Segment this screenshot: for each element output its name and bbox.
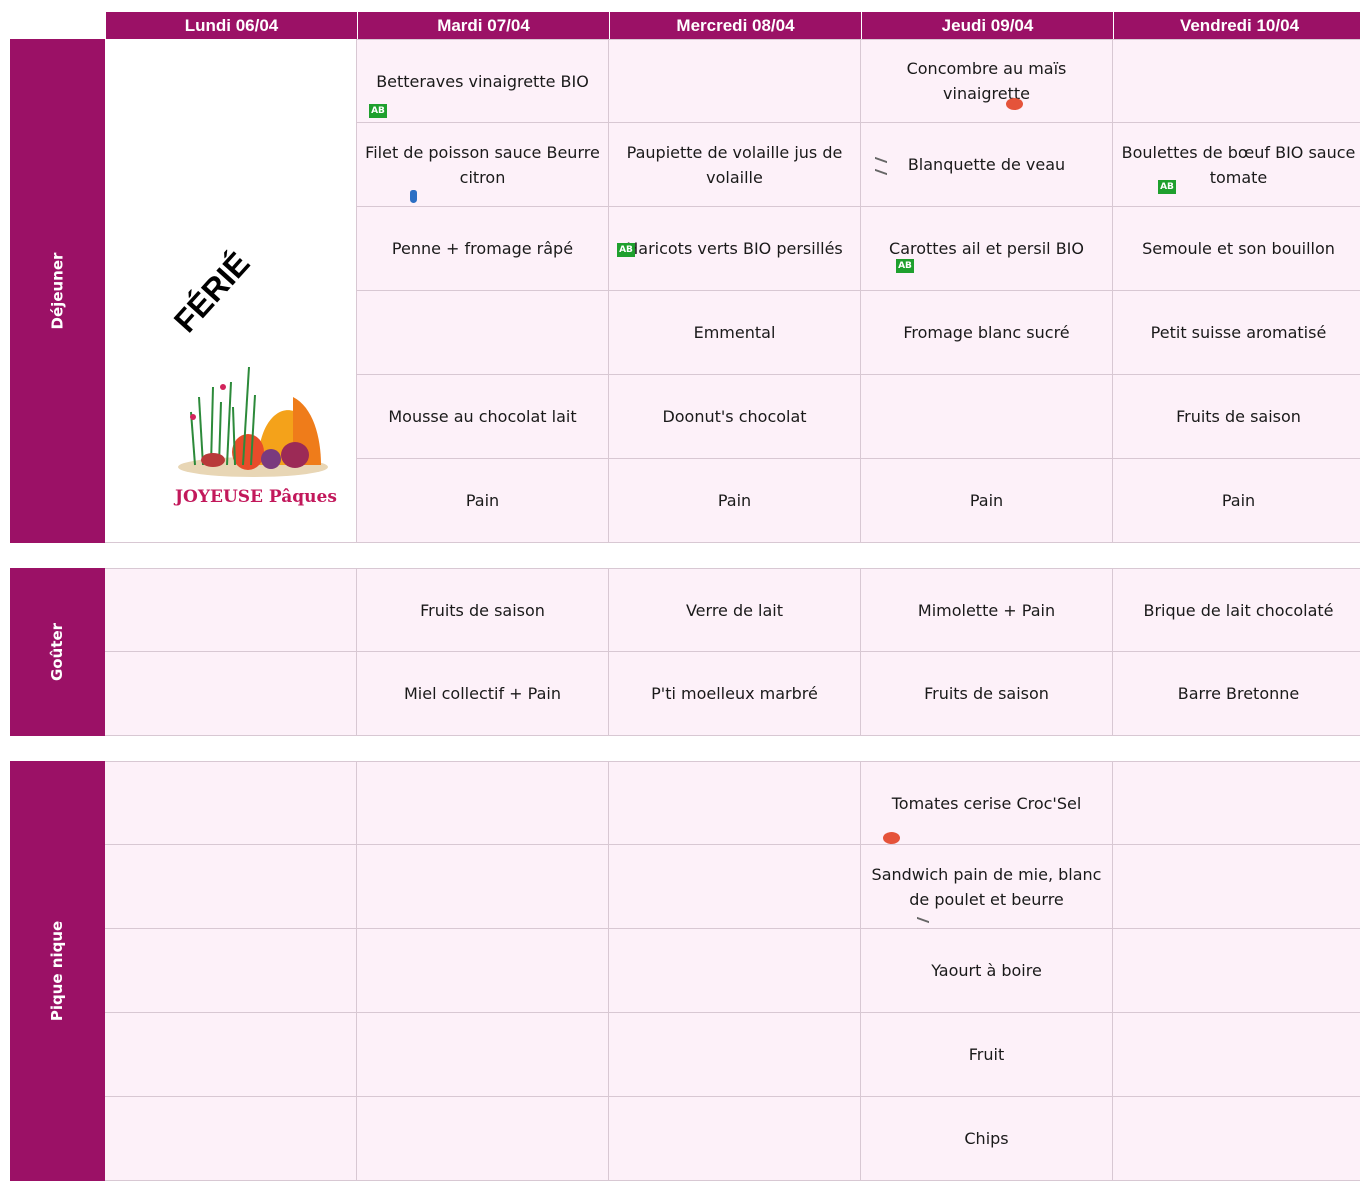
- lunch-cell: Pain: [357, 459, 609, 543]
- fish-label-icon: [875, 156, 887, 176]
- lunch-cell: [861, 375, 1113, 459]
- lunch-cell: Doonut's chocolat: [609, 375, 861, 459]
- lunch-cell: [609, 39, 861, 123]
- lunch-section: Déjeuner FÉRIÉ JOYEUSE Pâques Betteraves…: [10, 39, 1360, 543]
- lunch-cell: Semoule et son bouillon: [1113, 207, 1360, 291]
- water-drop-icon: [410, 190, 417, 203]
- ab-organic-icon: AB: [369, 104, 387, 118]
- ab-organic-icon: AB: [896, 259, 914, 273]
- picnic-cell: [105, 929, 357, 1013]
- snack-cell: Fruits de saison: [861, 652, 1113, 736]
- snack-cell: P'ti moelleux marbré: [609, 652, 861, 736]
- snack-cell: Fruits de saison: [357, 568, 609, 652]
- snack-cell: [105, 568, 357, 652]
- day-header-tuesday: Mardi 07/04: [357, 12, 609, 39]
- lunch-cell: [1113, 39, 1360, 123]
- lunch-cell: Carottes ail et persil BIO AB: [861, 207, 1113, 291]
- picnic-cell: Chips: [861, 1097, 1113, 1181]
- picnic-cell: [357, 1013, 609, 1097]
- lunch-cell: Fromage blanc sucré: [861, 291, 1113, 375]
- picnic-cell: [609, 1013, 861, 1097]
- lunch-cell: Filet de poisson sauce Beurre citron: [357, 123, 609, 207]
- day-header-row: Lundi 06/04 Mardi 07/04 Mercredi 08/04 J…: [105, 12, 1360, 39]
- lunch-cell: Boulettes de bœuf BIO sauce tomate AB: [1113, 123, 1360, 207]
- picnic-cell: [357, 929, 609, 1013]
- picnic-cell: [1113, 1013, 1360, 1097]
- snack-cell: Barre Bretonne: [1113, 652, 1360, 736]
- lunch-label: Déjeuner: [10, 39, 105, 543]
- picnic-cell: [105, 1013, 357, 1097]
- ab-organic-icon: AB: [1158, 180, 1176, 194]
- lunch-cell: Pain: [861, 459, 1113, 543]
- picnic-cell: Tomates cerise Croc'Sel: [861, 761, 1113, 845]
- snack-cell: Verre de lait: [609, 568, 861, 652]
- day-header-thursday: Jeudi 09/04: [861, 12, 1113, 39]
- snack-label: Goûter: [10, 568, 105, 736]
- lunch-cell: Pain: [609, 459, 861, 543]
- tomato-icon: [1006, 98, 1023, 110]
- ab-organic-icon: AB: [617, 243, 635, 257]
- picnic-cell: [1113, 929, 1360, 1013]
- lunch-cell: [357, 291, 609, 375]
- lunch-cell: Blanquette de veau: [861, 123, 1113, 207]
- picnic-cell: [105, 761, 357, 845]
- picnic-cell: [357, 1097, 609, 1181]
- picnic-cell: [1113, 1097, 1360, 1181]
- picnic-cell: Sandwich pain de mie, blanc de poulet et…: [861, 845, 1113, 936]
- picnic-cell: Fruit: [861, 1013, 1113, 1097]
- lunch-cell: Mousse au chocolat lait: [357, 375, 609, 459]
- easter-illustration: JOYEUSE Pâques: [173, 366, 337, 507]
- lunch-cell: Paupiette de volaille jus de volaille: [609, 123, 861, 207]
- holiday-stamp: FÉRIÉ: [166, 245, 257, 340]
- lunch-cell: Concombre au maïs vinaigrette: [861, 39, 1113, 123]
- easter-text: JOYEUSE Pâques: [173, 487, 337, 507]
- snack-cell: Mimolette + Pain: [861, 568, 1113, 652]
- picnic-cell: [609, 761, 861, 845]
- picnic-cell: [105, 1097, 357, 1181]
- day-header-wednesday: Mercredi 08/04: [609, 12, 861, 39]
- picnic-cell: [105, 845, 357, 929]
- picnic-cell: [357, 845, 609, 929]
- picnic-cell: [1113, 845, 1360, 929]
- day-header-friday: Vendredi 10/04: [1113, 12, 1360, 39]
- lunch-cell: Petit suisse aromatisé: [1113, 291, 1360, 375]
- lunch-cell: Emmental: [609, 291, 861, 375]
- tomato-icon: [883, 832, 900, 844]
- snack-cell: [105, 652, 357, 736]
- picnic-section: Pique nique Tomates cerise Croc'Sel Sand…: [10, 761, 1360, 1181]
- snack-cell: Miel collectif + Pain: [357, 652, 609, 736]
- lunch-cell: Penne + fromage râpé: [357, 207, 609, 291]
- day-header-monday: Lundi 06/04: [105, 12, 357, 39]
- picnic-cell: [357, 761, 609, 845]
- lunch-cell: AB Haricots verts BIO persillés: [609, 207, 861, 291]
- monday-holiday-cell: FÉRIÉ JOYEUSE Pâques: [105, 39, 357, 543]
- snack-cell: Brique de lait chocolaté: [1113, 568, 1360, 652]
- picnic-cell: [1113, 761, 1360, 845]
- picnic-cell: [609, 929, 861, 1013]
- picnic-cell: [609, 845, 861, 929]
- picnic-label: Pique nique: [10, 761, 105, 1181]
- lunch-cell: Pain: [1113, 459, 1360, 543]
- lunch-cell: Fruits de saison: [1113, 375, 1360, 459]
- picnic-cell: Yaourt à boire: [861, 929, 1113, 1013]
- svg-text:JOYEUSE Pâques: JOYEUSE Pâques: [173, 487, 337, 507]
- snack-section: Goûter Fruits de saison Verre de lait Mi…: [10, 568, 1360, 736]
- lunch-cell: Betteraves vinaigrette BIO AB: [357, 39, 609, 123]
- picnic-cell: [609, 1097, 861, 1181]
